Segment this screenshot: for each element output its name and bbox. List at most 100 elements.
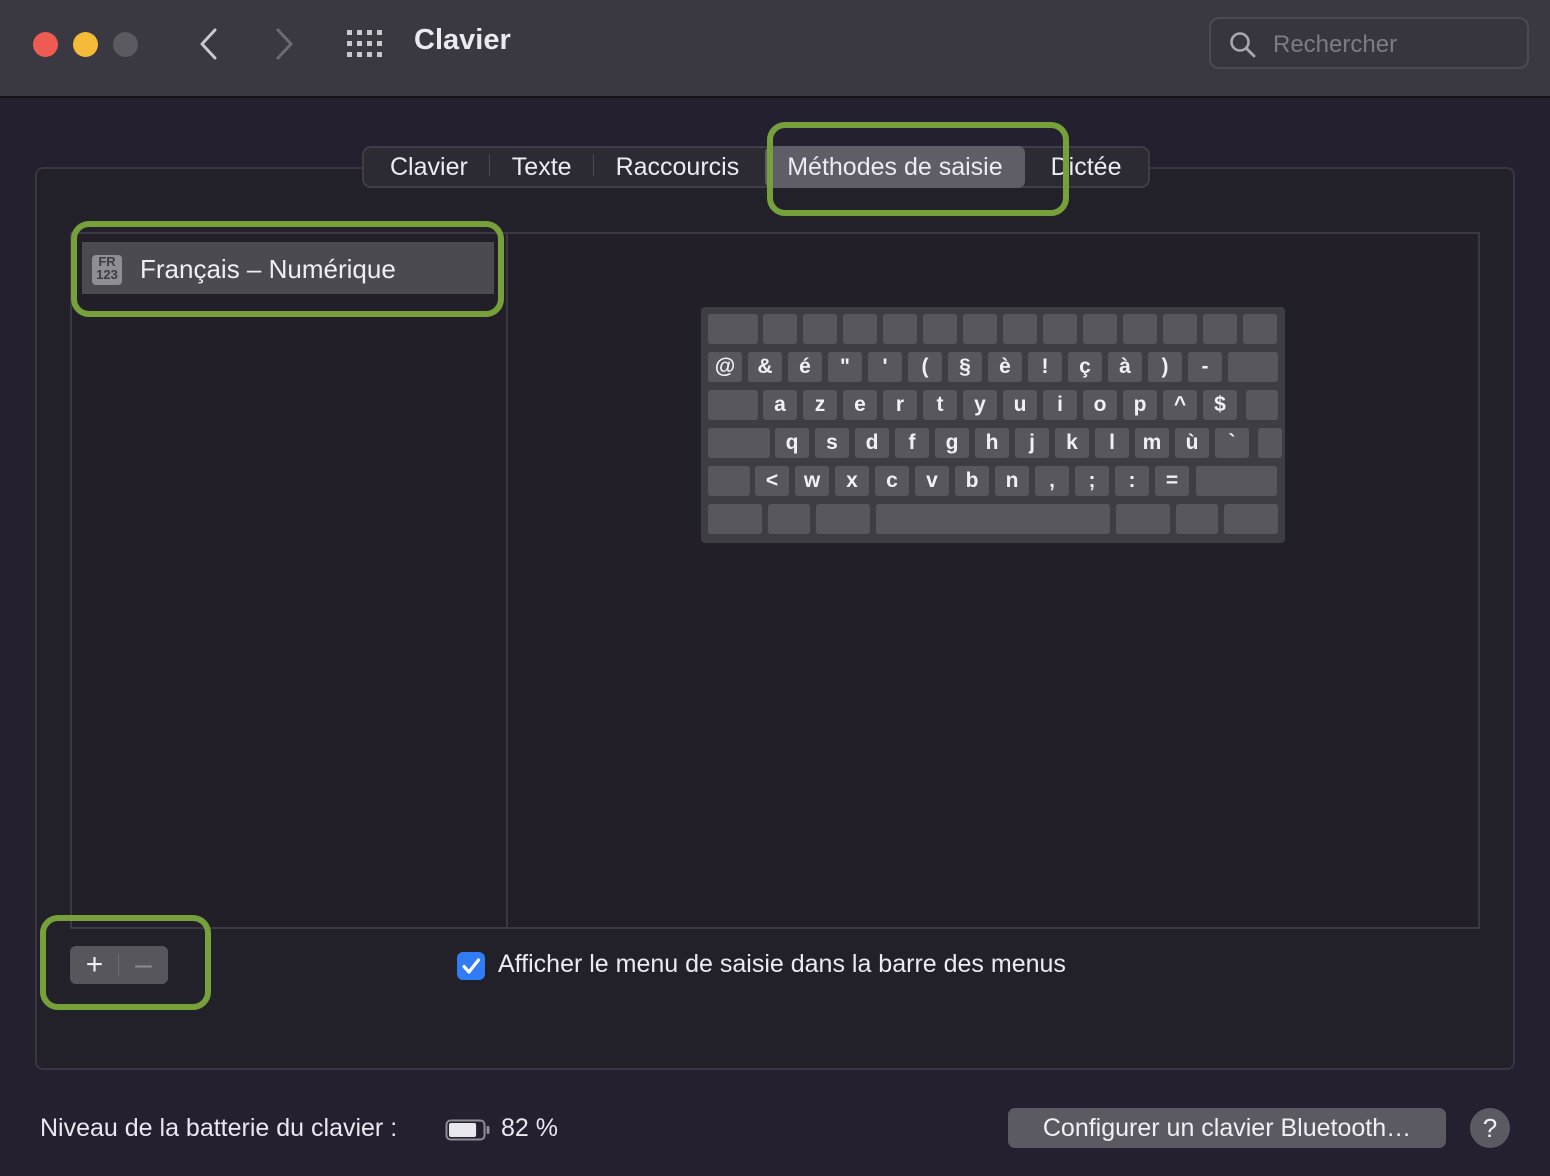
keyboard-key: j	[1015, 428, 1049, 458]
highlight-tab	[767, 122, 1069, 216]
keyboard-key-blank	[963, 314, 997, 344]
search-input[interactable]	[1271, 29, 1515, 61]
title-bar: Clavier	[0, 0, 1550, 98]
tab-raccourcis[interactable]: Raccourcis	[594, 146, 766, 188]
tab-texte[interactable]: Texte	[490, 146, 594, 188]
keyboard-key: t	[923, 390, 957, 420]
keyboard-key-blank	[816, 504, 870, 534]
keyboard-key: )	[1148, 352, 1182, 382]
keyboard-key: d	[855, 428, 889, 458]
close-window-button[interactable]	[33, 32, 58, 57]
keyboard-key: ;	[1075, 466, 1109, 496]
keyboard-key: :	[1115, 466, 1149, 496]
input-sources-list: FR 123 Français – Numérique	[70, 232, 508, 929]
keyboard-key: k	[1055, 428, 1089, 458]
keyboard-key: y	[963, 390, 997, 420]
show-input-menu-label[interactable]: Afficher le menu de saisie dans la barre…	[498, 950, 1066, 979]
keyboard-key: '	[868, 352, 902, 382]
search-field[interactable]	[1209, 17, 1529, 69]
keyboard-key: ù	[1175, 428, 1209, 458]
keyboard-key: é	[788, 352, 822, 382]
chevron-right-icon	[276, 28, 293, 60]
keyboard-key-blank	[1123, 314, 1157, 344]
zoom-window-button[interactable]	[113, 32, 138, 57]
keyboard-key: f	[895, 428, 929, 458]
keyboard-key: r	[883, 390, 917, 420]
checkmark-icon	[462, 958, 481, 974]
keyboard-key: @	[708, 352, 742, 382]
forward-button[interactable]	[264, 24, 304, 64]
keyboard-key: =	[1155, 466, 1189, 496]
keyboard-key-blank	[1163, 314, 1197, 344]
highlight-add-remove	[40, 915, 211, 1010]
configure-bluetooth-keyboard-button[interactable]: Configurer un clavier Bluetooth…	[1008, 1108, 1446, 1148]
keyboard-key: h	[975, 428, 1009, 458]
keyboard-key: i	[1043, 390, 1077, 420]
keyboard-key: o	[1083, 390, 1117, 420]
keyboard-key: a	[763, 390, 797, 420]
keyboard-key-blank	[1228, 352, 1278, 382]
window-title: Clavier	[414, 24, 511, 56]
keyboard-key-blank	[1246, 390, 1278, 420]
keyboard-key-blank	[1083, 314, 1117, 344]
search-icon	[1230, 32, 1256, 58]
keyboard-key: x	[835, 466, 869, 496]
keyboard-key-blank	[876, 504, 1110, 534]
keyboard-key: è	[988, 352, 1022, 382]
keyboard-key: n	[995, 466, 1029, 496]
show-all-button[interactable]	[345, 28, 385, 60]
keyboard-key: q	[775, 428, 809, 458]
keyboard-key-blank	[763, 314, 797, 344]
keyboard-key-blank	[708, 314, 758, 344]
battery-label: Niveau de la batterie du clavier :	[40, 1114, 398, 1142]
keyboard-key-blank	[708, 390, 758, 420]
keyboard-key: $	[1203, 390, 1237, 420]
keyboard-key: m	[1135, 428, 1169, 458]
keyboard-key-blank	[1176, 504, 1218, 534]
help-button[interactable]: ?	[1470, 1108, 1510, 1148]
keyboard-key: u	[1003, 390, 1037, 420]
tab-clavier[interactable]: Clavier	[368, 146, 490, 188]
keyboard-key-blank	[708, 466, 750, 496]
keyboard-key-blank	[708, 504, 762, 534]
keyboard-key: §	[948, 352, 982, 382]
keyboard-key-blank	[1116, 504, 1170, 534]
keyboard-key: &	[748, 352, 782, 382]
keyboard-key-blank	[1003, 314, 1037, 344]
keyboard-key: l	[1095, 428, 1129, 458]
grid-icon	[347, 30, 382, 57]
keyboard-key-blank	[803, 314, 837, 344]
keyboard-key: -	[1188, 352, 1222, 382]
keyboard-key: e	[843, 390, 877, 420]
keyboard-key: ^	[1163, 390, 1197, 420]
keyboard-key-blank	[843, 314, 877, 344]
keyboard-key: `	[1215, 428, 1249, 458]
highlight-list-item	[71, 221, 504, 317]
keyboard-key-blank	[768, 504, 810, 534]
minimize-window-button[interactable]	[73, 32, 98, 57]
keyboard-key: "	[828, 352, 862, 382]
keyboard-key: g	[935, 428, 969, 458]
battery-icon	[445, 1119, 490, 1141]
keyboard-key: à	[1108, 352, 1142, 382]
battery-value: 82 %	[501, 1114, 558, 1142]
show-input-menu-checkbox[interactable]	[457, 952, 485, 980]
keyboard-key: (	[908, 352, 942, 382]
keyboard-key: s	[815, 428, 849, 458]
keyboard-key: w	[795, 466, 829, 496]
keyboard-layout-preview: @ & é " '(§ è! ç à) - a z e r t y u i o p ^ $ q s d f g h j k l m ù ` < w x…	[701, 307, 1285, 543]
keyboard-key-blank	[1043, 314, 1077, 344]
keyboard-key: ,	[1035, 466, 1069, 496]
keyboard-key-blank	[1203, 314, 1237, 344]
keyboard-key: b	[955, 466, 989, 496]
keyboard-key-blank	[883, 314, 917, 344]
keyboard-key-blank	[1196, 466, 1277, 496]
keyboard-key: !	[1028, 352, 1062, 382]
chevron-left-icon	[200, 28, 217, 60]
keyboard-key-blank	[1243, 314, 1277, 344]
keyboard-key: ç	[1068, 352, 1102, 382]
keyboard-key-blank	[708, 428, 770, 458]
keyboard-key: v	[915, 466, 949, 496]
back-button[interactable]	[190, 24, 230, 64]
keyboard-key: c	[875, 466, 909, 496]
